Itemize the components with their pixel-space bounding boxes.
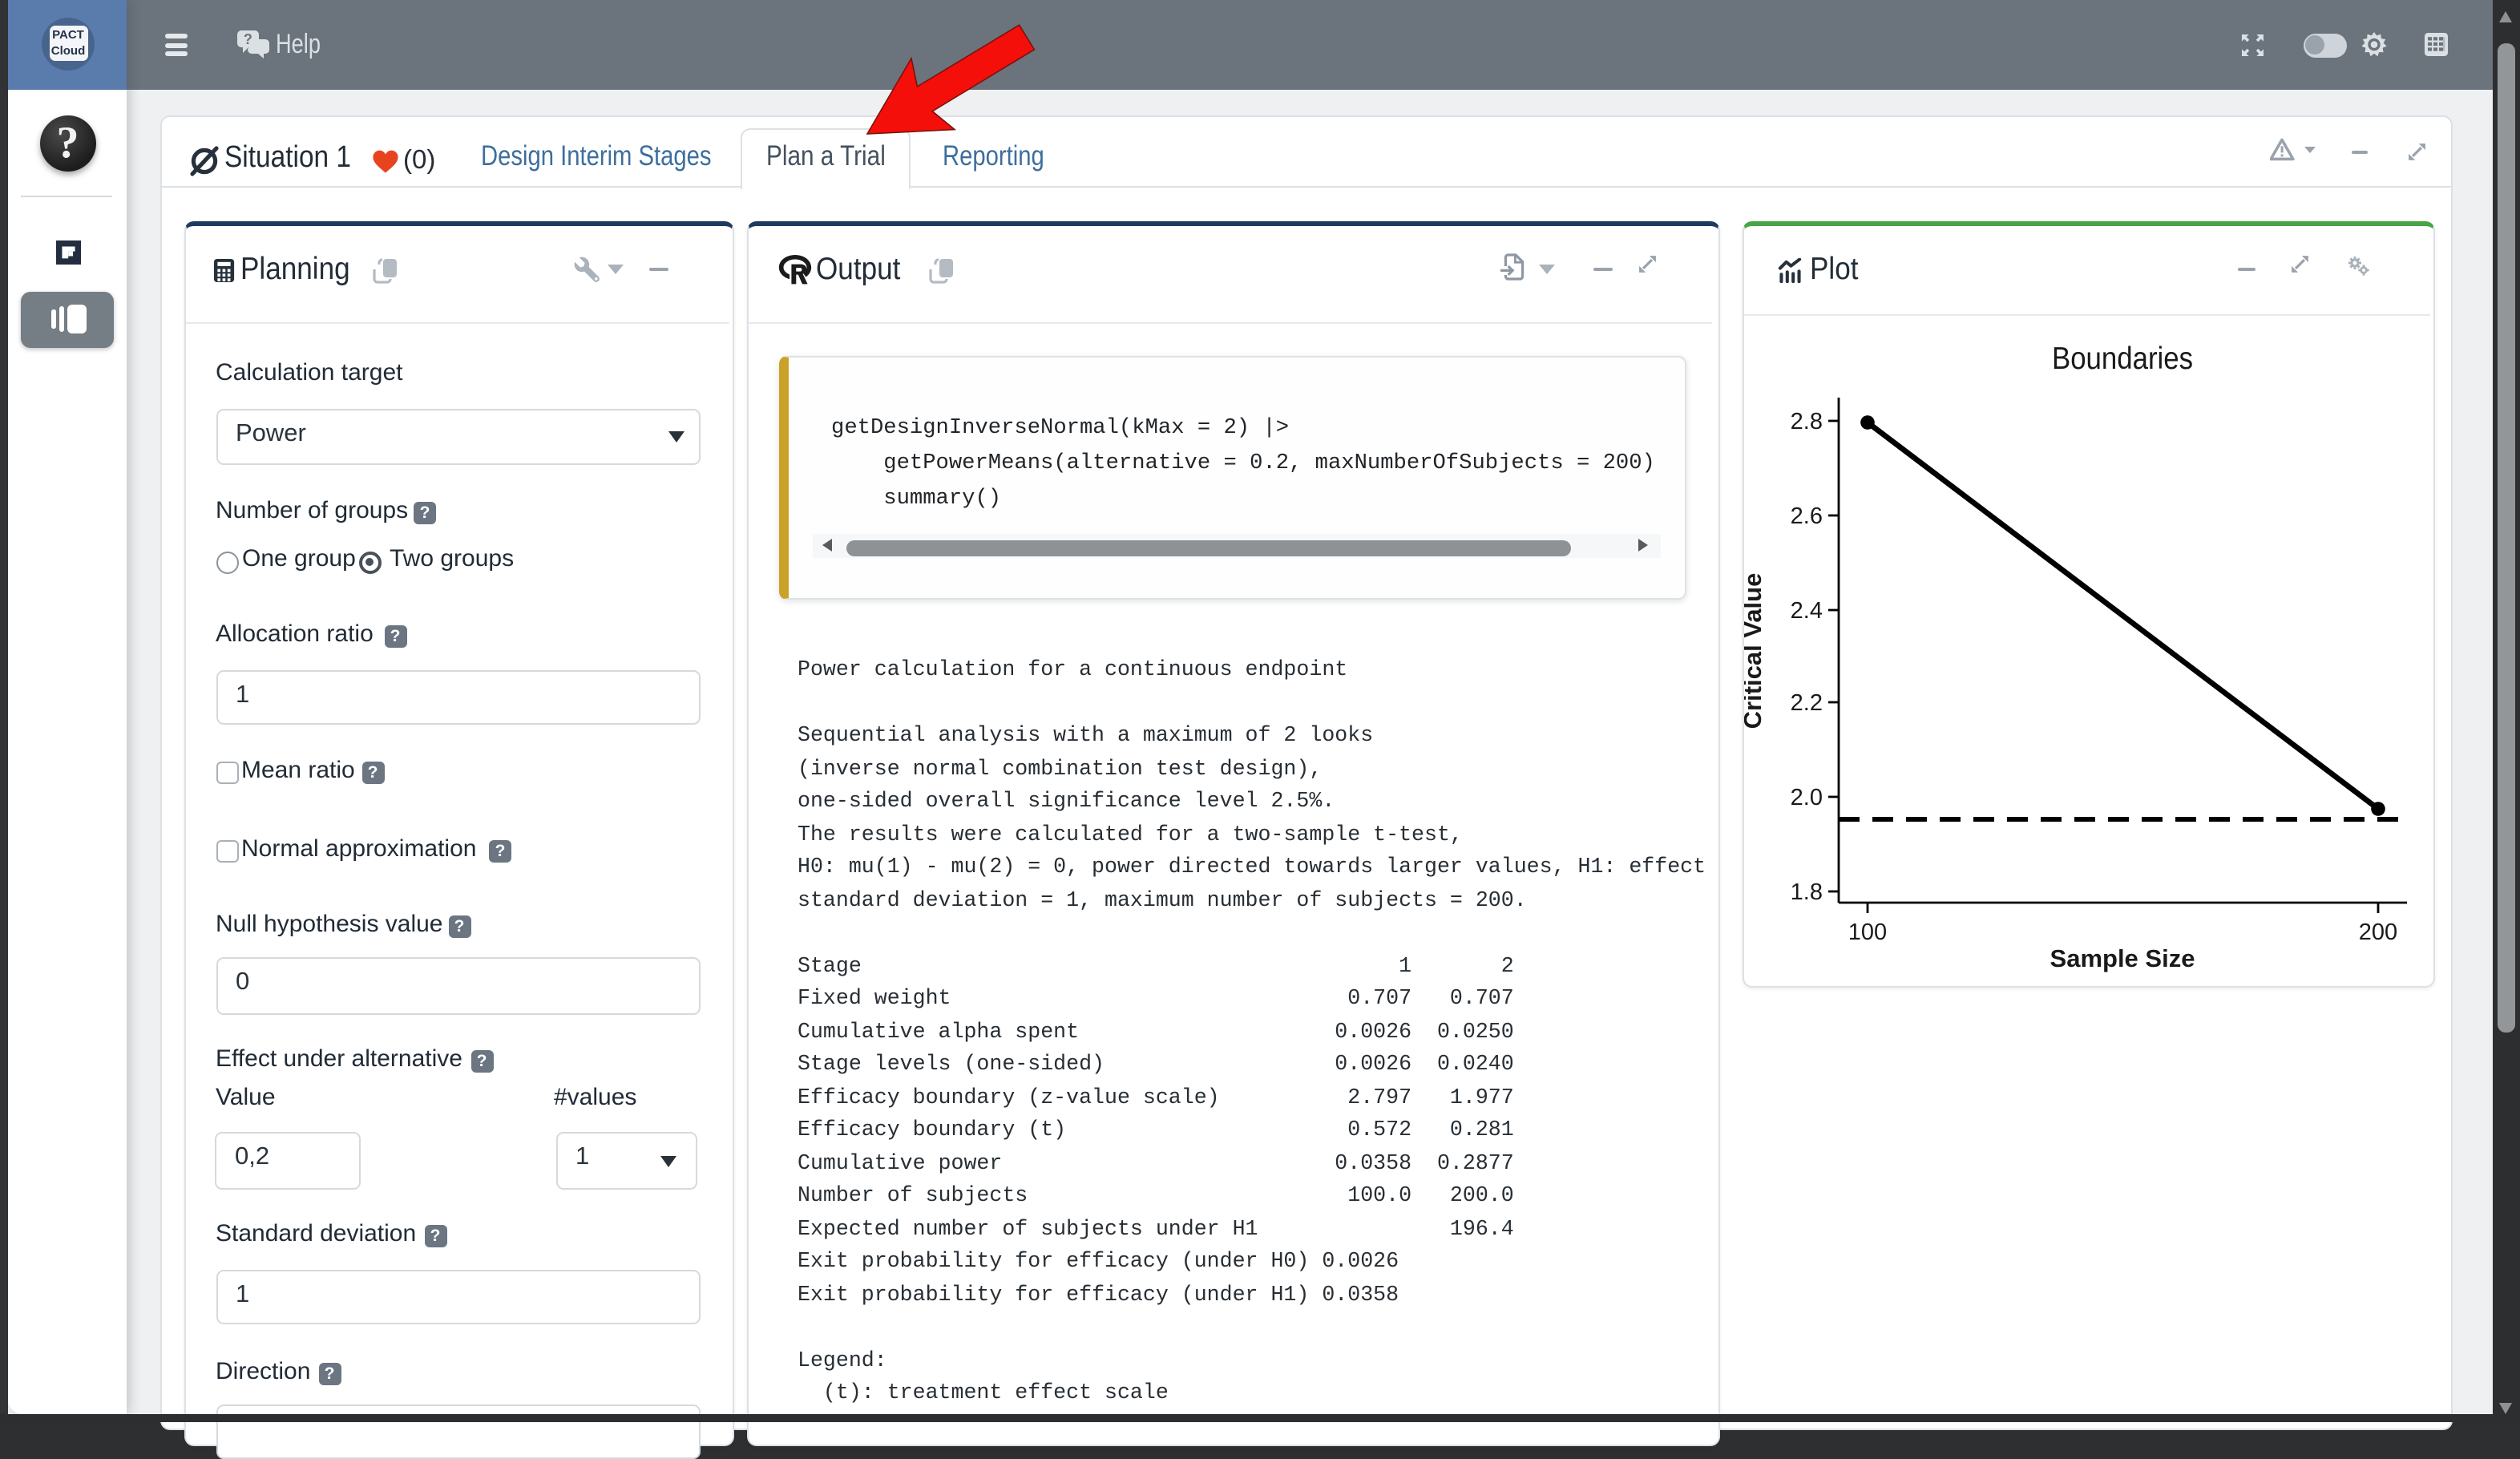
svg-text:Boundaries: Boundaries xyxy=(2051,341,2192,375)
svg-text:?: ? xyxy=(244,31,252,47)
svg-text:2.8: 2.8 xyxy=(1790,408,1822,434)
svg-text:200: 200 xyxy=(2358,919,2397,944)
svg-text:2.6: 2.6 xyxy=(1790,503,1822,528)
svg-text:2.0: 2.0 xyxy=(1790,784,1822,810)
svg-text:2.4: 2.4 xyxy=(1790,597,1822,623)
svg-text:2.2: 2.2 xyxy=(1790,689,1822,715)
svg-text:1.8: 1.8 xyxy=(1790,879,1822,904)
svg-text:Critical Value: Critical Value xyxy=(1743,572,1766,729)
svg-text:100: 100 xyxy=(1848,919,1886,944)
svg-text:Sample Size: Sample Size xyxy=(2050,944,2195,972)
